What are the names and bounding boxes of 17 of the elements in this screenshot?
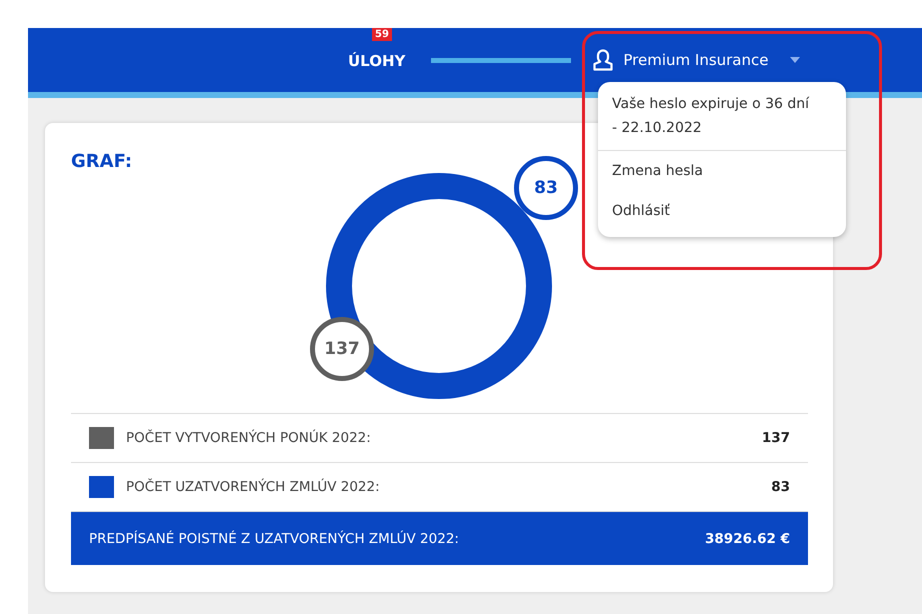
count-badge: 59 — [372, 28, 392, 40]
tasks-tab[interactable]: ÚLOHY — [348, 52, 406, 70]
user-icon — [591, 48, 616, 72]
legend-label: POČET UZATVORENÝCH ZMLÚV 2022: — [126, 479, 381, 495]
legend-label: POČET VYTVORENÝCH PONÚK 2022: — [126, 430, 372, 446]
legend-value: 83 — [771, 479, 790, 495]
user-menu-button[interactable]: Premium Insurance — [591, 48, 800, 72]
total-label: PREDPÍSANÉ POISTNÉ Z UZATVORENÝCH ZMLÚV 2022: — [89, 530, 460, 546]
menu-item[interactable]: Odhlásiť — [598, 191, 846, 231]
total-value: 38926.62 € — [705, 530, 790, 546]
caret-icon — [790, 57, 800, 63]
value-bubble: 137 — [310, 317, 374, 381]
graph-title: GRAF: — [71, 151, 132, 172]
password-expiry-note: Vaše heslo expiruje o 36 dní - 22.10.2022 — [598, 82, 846, 151]
menu-item[interactable]: Zmena hesla — [598, 151, 846, 191]
value-bubble: 83 — [514, 156, 578, 220]
legend-value: 137 — [762, 430, 790, 446]
